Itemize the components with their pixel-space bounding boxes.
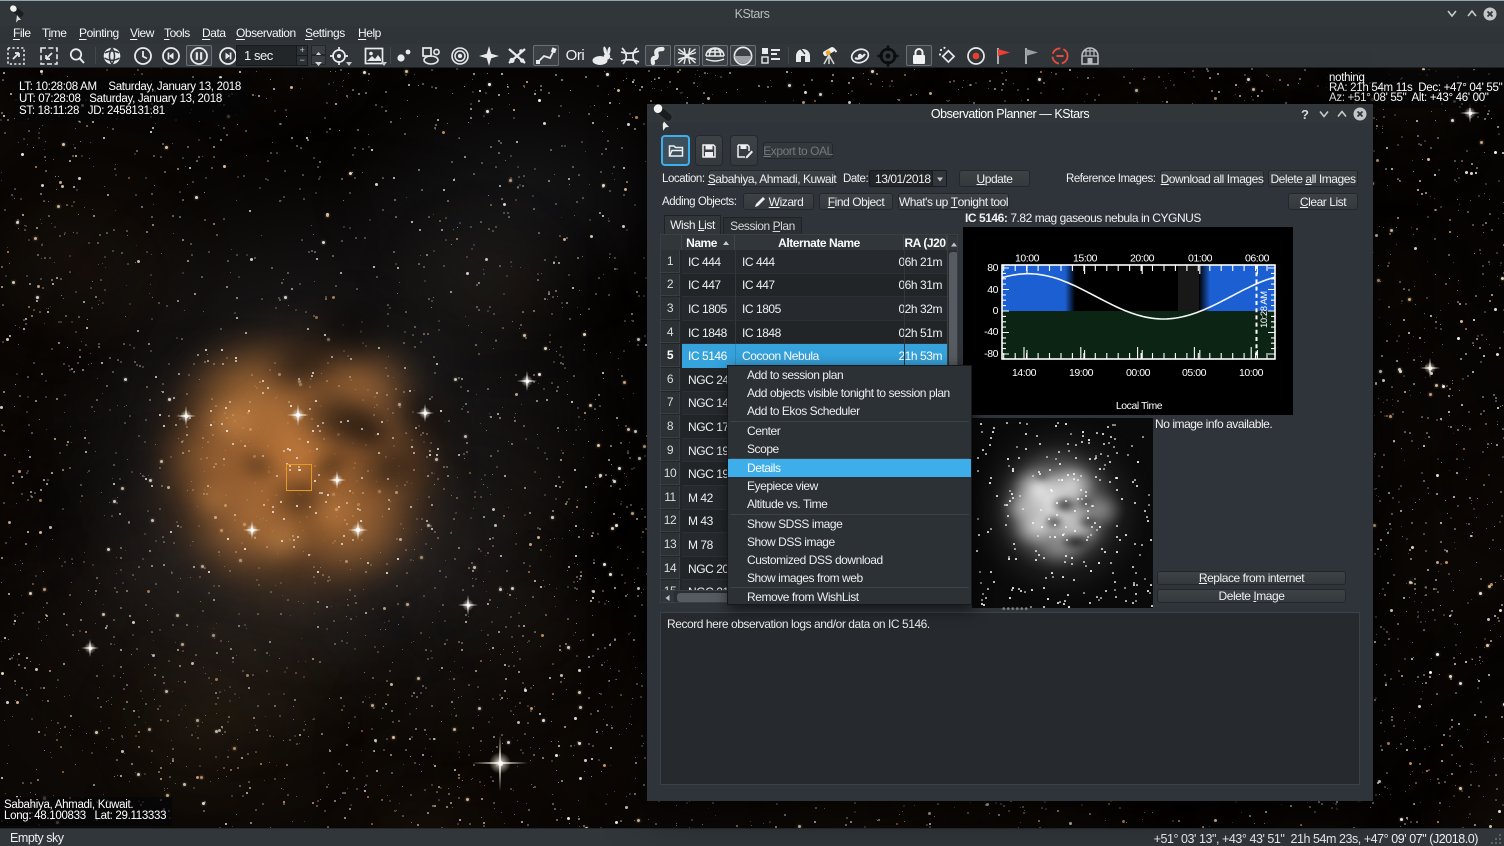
- svg-text:10:00: 10:00: [1015, 253, 1040, 265]
- svg-text:20:00: 20:00: [1130, 253, 1155, 265]
- svg-text:-40: -40: [984, 326, 998, 338]
- svg-text:01:00: 01:00: [1188, 253, 1213, 265]
- svg-text:40: 40: [987, 284, 998, 296]
- svg-text:05:00: 05:00: [1182, 367, 1207, 379]
- svg-text:19:00: 19:00: [1069, 367, 1094, 379]
- svg-text:-80: -80: [984, 348, 998, 360]
- svg-text:10:00: 10:00: [1239, 367, 1264, 379]
- svg-text:80: 80: [987, 262, 998, 274]
- svg-text:00:00: 00:00: [1126, 367, 1151, 379]
- svg-text:06:00: 06:00: [1245, 253, 1270, 265]
- svg-text:?: ?: [1301, 107, 1309, 121]
- svg-text:10:28 AM: 10:28 AM: [1259, 291, 1270, 328]
- svg-text:0: 0: [993, 305, 999, 317]
- svg-text:15:00: 15:00: [1073, 253, 1098, 265]
- svg-text:14:00: 14:00: [1012, 367, 1037, 379]
- svg-text:Local Time: Local Time: [1116, 400, 1163, 412]
